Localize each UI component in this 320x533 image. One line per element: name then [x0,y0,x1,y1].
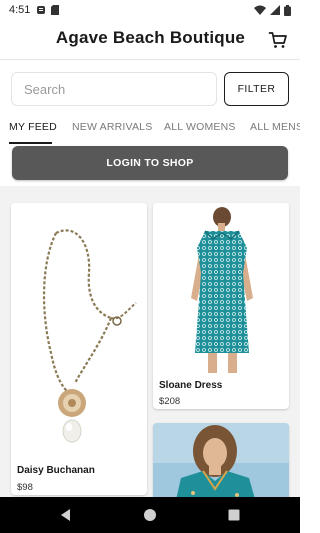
back-icon [58,509,74,527]
cart-icon [268,32,288,54]
tab-all-mens[interactable]: ALL MENS [250,121,300,133]
app-header: Agave Beach Boutique [0,20,300,60]
product-feed[interactable]: Daisy Buchanan $98 Sloane Dress $208 [0,186,300,497]
product-card[interactable] [153,423,289,497]
product-name: Sloane Dress [159,380,223,391]
product-price: $208 [159,396,181,407]
battery-icon [284,4,291,16]
search-input[interactable] [11,72,217,106]
product-name: Daisy Buchanan [17,465,95,476]
notification-icon [36,5,46,15]
wifi-icon [254,5,266,15]
product-image-dress [153,203,289,373]
product-price: $98 [17,482,33,493]
active-tab-indicator [9,142,52,144]
product-image-top [153,423,289,497]
product-card[interactable]: Sloane Dress $208 [153,203,289,409]
product-card[interactable]: Daisy Buchanan $98 [11,203,147,495]
sim-icon [51,5,60,15]
status-time: 4:51 [9,4,31,16]
home-button[interactable] [142,507,158,523]
back-button[interactable] [58,507,74,523]
status-bar: 4:51 [0,0,300,20]
system-nav-bar [0,497,300,533]
cart-button[interactable] [268,30,288,50]
tab-new-arrivals[interactable]: NEW ARRIVALS [72,121,152,133]
login-to-shop-button[interactable]: LOGIN TO SHOP [12,146,288,180]
signal-icon [270,5,280,15]
home-icon [142,509,158,527]
tab-all-womens[interactable]: ALL WOMENS [164,121,236,133]
search-row: FILTER [0,70,300,108]
recents-icon [226,509,242,527]
filter-button[interactable]: FILTER [224,72,289,106]
tab-my-feed[interactable]: MY FEED [9,121,57,133]
category-tabs: MY FEED NEW ARRIVALS ALL WOMENS ALL MENS [0,114,300,144]
recents-button[interactable] [226,507,242,523]
app-title: Agave Beach Boutique [55,28,246,47]
product-image-necklace [11,203,147,459]
